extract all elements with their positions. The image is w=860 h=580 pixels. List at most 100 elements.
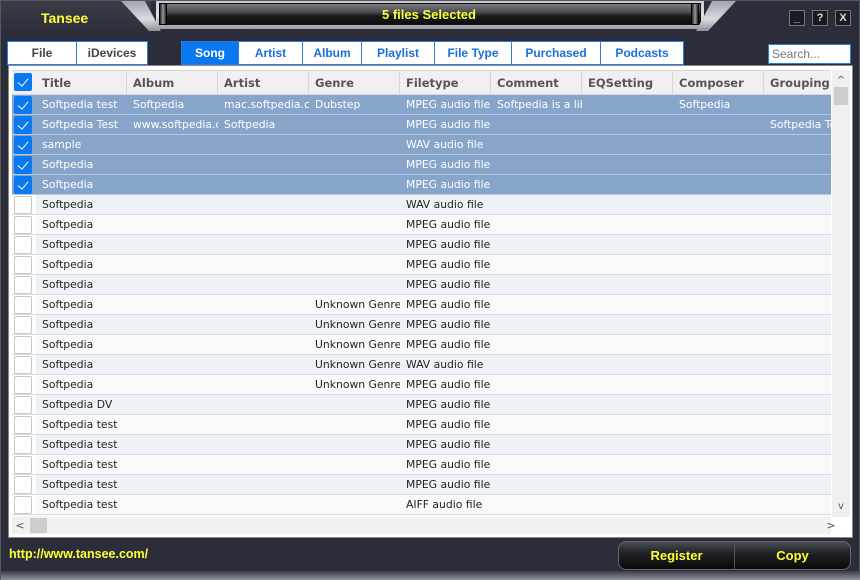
row-checkbox[interactable] — [14, 96, 32, 114]
cell-artist: mac.softpedia.com — [224, 98, 309, 111]
row-checkbox[interactable] — [14, 156, 32, 174]
row-checkbox[interactable] — [14, 316, 32, 334]
table-row[interactable]: Softpedia test MPEG audio file — [12, 455, 831, 475]
cell-composer — [673, 155, 764, 174]
column-header-artist[interactable]: Artist — [218, 71, 309, 95]
table-row[interactable]: sample WAV audio file — [12, 135, 831, 155]
close-button[interactable]: X — [835, 10, 851, 26]
row-checkbox[interactable] — [14, 236, 32, 254]
row-checkbox[interactable] — [14, 356, 32, 374]
cell-filetype: MPEG audio file — [406, 238, 491, 251]
column-header-composer[interactable]: Composer — [673, 71, 764, 95]
row-checkbox[interactable] — [14, 276, 32, 294]
scroll-left-icon[interactable]: < — [12, 517, 28, 534]
row-checkbox[interactable] — [14, 216, 32, 234]
table-row[interactable]: Softpedia test Softpedia mac.softpedia.com… — [12, 95, 831, 115]
title-bar[interactable]: Tansee 5 files Selected _ ? X — [1, 1, 859, 33]
cell-eqsetting — [582, 395, 673, 414]
table-row[interactable]: Softpedia test MPEG audio file — [12, 475, 831, 495]
horizontal-scroll-thumb[interactable] — [30, 518, 47, 533]
cell-title: Softpedia test — [42, 98, 118, 111]
cell-grouping: Softpedia Test — [770, 118, 831, 131]
tab-idevices[interactable]: iDevices — [77, 42, 147, 64]
table-row[interactable]: Softpedia test MPEG audio file — [12, 435, 831, 455]
cell-album — [127, 375, 218, 394]
table-row[interactable]: Softpedia Unknown Genre WAV audio file — [12, 355, 831, 375]
tab-artist[interactable]: Artist — [239, 42, 303, 64]
cell-title: Softpedia test — [42, 498, 118, 511]
table-row[interactable]: Softpedia MPEG audio file — [12, 255, 831, 275]
column-header-filetype[interactable]: Filetype — [400, 71, 491, 95]
column-header-comment[interactable]: Comment — [491, 71, 582, 95]
select-all-checkbox[interactable] — [14, 73, 32, 91]
row-checkbox[interactable] — [14, 336, 32, 354]
table-row[interactable]: Softpedia test MPEG audio file — [12, 415, 831, 435]
row-checkbox[interactable] — [14, 256, 32, 274]
tab-purchased[interactable]: Purchased — [512, 42, 601, 64]
row-checkbox[interactable] — [14, 496, 32, 514]
table-row[interactable]: Softpedia MPEG audio file — [12, 275, 831, 295]
row-checkbox[interactable] — [14, 476, 32, 494]
cell-genre: Unknown Genre — [315, 298, 400, 311]
cell-album: Softpedia — [133, 98, 185, 111]
selection-status: 5 files Selected — [382, 7, 476, 22]
cell-filetype: MPEG audio file — [406, 278, 491, 291]
tab-album[interactable]: Album — [303, 42, 362, 64]
register-button[interactable]: Register — [619, 542, 734, 569]
row-checkbox[interactable] — [14, 376, 32, 394]
vertical-scroll-thumb[interactable] — [834, 87, 848, 105]
tab-song[interactable]: Song — [182, 42, 239, 64]
cell-title: Softpedia test — [42, 478, 118, 491]
table-row[interactable]: Softpedia Test www.softpedia.com Softpedia… — [12, 115, 831, 135]
table-row[interactable]: Softpedia test AIFF audio file — [12, 495, 831, 515]
horizontal-scrollbar[interactable]: < > — [12, 517, 836, 534]
cell-album — [127, 255, 218, 274]
table-row[interactable]: Softpedia MPEG audio file — [12, 215, 831, 235]
table-row[interactable]: Softpedia Unknown Genre MPEG audio file — [12, 375, 831, 395]
table-row[interactable]: Softpedia WAV audio file — [12, 195, 831, 215]
website-link[interactable]: http://www.tansee.com/ — [9, 547, 148, 561]
cell-genre — [309, 475, 400, 494]
minimize-button[interactable]: _ — [789, 10, 805, 26]
table-row[interactable]: Softpedia MPEG audio file — [12, 235, 831, 255]
help-button[interactable]: ? — [812, 10, 828, 26]
cell-comment — [491, 295, 582, 314]
cell-filetype: MPEG audio file — [406, 378, 491, 391]
tab-file[interactable]: File — [8, 42, 77, 64]
cell-eqsetting — [582, 255, 673, 274]
row-checkbox[interactable] — [14, 176, 32, 194]
scroll-down-icon[interactable]: v — [832, 499, 850, 515]
vertical-scrollbar[interactable]: ^ v — [832, 70, 850, 517]
column-header-title[interactable]: Title — [36, 71, 127, 95]
row-checkbox[interactable] — [14, 296, 32, 314]
copy-button[interactable]: Copy — [734, 542, 850, 569]
row-checkbox[interactable] — [14, 116, 32, 134]
cell-artist — [218, 395, 309, 414]
search-input[interactable] — [768, 44, 851, 64]
row-checkbox[interactable] — [14, 196, 32, 214]
row-checkbox[interactable] — [14, 416, 32, 434]
row-checkbox[interactable] — [14, 436, 32, 454]
table-row[interactable]: Softpedia Unknown Genre MPEG audio file — [12, 335, 831, 355]
tab-playlist[interactable]: Playlist — [362, 42, 435, 64]
table-row[interactable]: Softpedia DV MPEG audio file — [12, 395, 831, 415]
column-header-genre[interactable]: Genre — [309, 71, 400, 95]
tab-podcasts[interactable]: Podcasts — [601, 42, 683, 64]
row-checkbox[interactable] — [14, 456, 32, 474]
row-checkbox[interactable] — [14, 136, 32, 154]
row-checkbox[interactable] — [14, 396, 32, 414]
column-header-eqsetting[interactable]: EQSetting — [582, 71, 673, 95]
column-header-album[interactable]: Album — [127, 71, 218, 95]
row-checkbox-cell — [12, 475, 36, 494]
cell-album — [127, 495, 218, 514]
table-row[interactable]: Softpedia Unknown Genre MPEG audio file — [12, 315, 831, 335]
column-header-grouping[interactable]: Grouping — [764, 71, 831, 95]
cell-filetype: MPEG audio file — [406, 118, 491, 131]
tab-file-type[interactable]: File Type — [435, 42, 512, 64]
scroll-right-icon[interactable]: > — [823, 517, 839, 534]
table-row[interactable]: Softpedia MPEG audio file — [12, 175, 831, 195]
row-checkbox-cell — [12, 435, 36, 454]
cell-genre — [309, 195, 400, 214]
table-row[interactable]: Softpedia Unknown Genre MPEG audio file — [12, 295, 831, 315]
table-row[interactable]: Softpedia MPEG audio file — [12, 155, 831, 175]
